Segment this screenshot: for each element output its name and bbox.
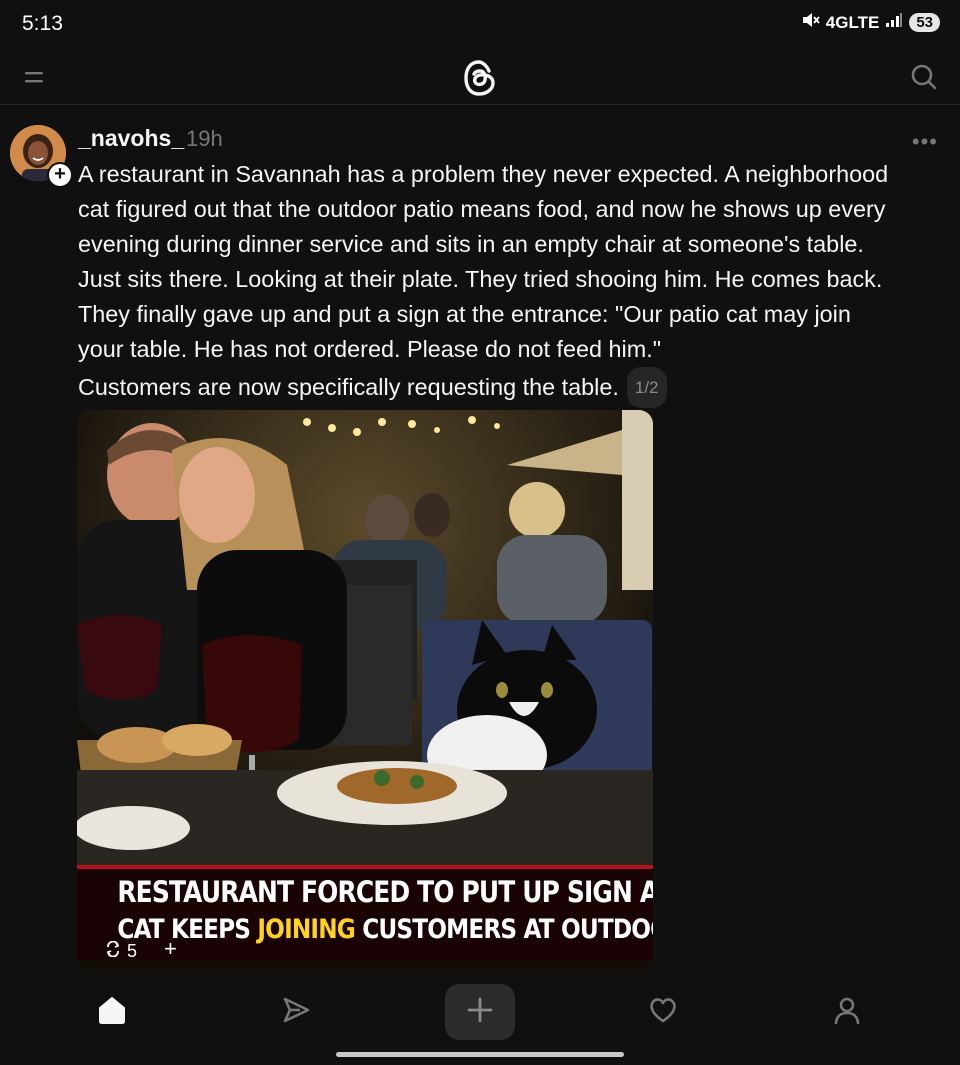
repost-icon <box>105 940 121 962</box>
more-horizontal-icon[interactable]: ••• <box>912 129 938 155</box>
gesture-bar[interactable] <box>336 1052 624 1057</box>
status-bar: 5:13 4GLTE 53 <box>0 0 960 50</box>
headline-suffix: CUSTOMERS AT OUTDOOR TABLES <box>362 914 653 945</box>
follow-plus-icon[interactable]: + <box>47 162 73 188</box>
signal-icon <box>885 12 903 33</box>
nav-home[interactable] <box>77 984 147 1040</box>
nav-activity[interactable] <box>628 984 698 1040</box>
status-time: 5:13 <box>22 12 63 35</box>
post-text-line: They finally gave up and put a sign at t… <box>78 301 851 327</box>
profile-icon <box>831 994 863 1031</box>
post-text-line: cat figured out that the outdoor patio m… <box>78 196 886 222</box>
post-text-line: evening during dinner service and sits i… <box>78 231 864 257</box>
post-text-line: Customers are now specifically requestin… <box>78 367 948 408</box>
username[interactable]: _navohs_ <box>78 125 184 152</box>
home-icon <box>96 994 128 1031</box>
repost-count-value: 5 <box>127 941 138 961</box>
post-text-line: A restaurant in Savannah has a problem t… <box>78 161 889 187</box>
timestamp: 19h <box>186 126 223 151</box>
nav-profile[interactable] <box>812 984 882 1040</box>
headline-line-2: CAT KEEPS JOINING CUSTOMERS AT OUTDOOR T… <box>117 914 653 945</box>
menu-icon[interactable] <box>25 70 45 89</box>
bottom-navigation <box>0 978 960 1046</box>
send-icon <box>280 994 312 1031</box>
heart-icon <box>647 994 679 1031</box>
post-text-line: Just sits there. Looking at their plate.… <box>78 266 883 292</box>
page-indicator: 1/2 <box>626 367 667 408</box>
add-icon[interactable]: + <box>164 936 177 962</box>
threads-logo[interactable] <box>462 58 498 103</box>
battery-indicator: 53 <box>909 13 940 32</box>
status-indicators: 4GLTE 53 <box>802 12 940 33</box>
mute-icon <box>802 12 820 33</box>
avatar-container[interactable]: + <box>10 125 73 188</box>
network-label: 4GLTE <box>825 12 880 32</box>
post-text: A restaurant in Savannah has a problem t… <box>78 157 948 408</box>
app-header <box>0 50 960 105</box>
headline-highlight: JOINING <box>257 914 355 945</box>
nav-send[interactable] <box>261 984 331 1040</box>
post-text-line: your table. He has not ordered. Please d… <box>78 336 662 362</box>
repost-button[interactable]: 5 <box>105 940 138 962</box>
search-icon[interactable] <box>910 63 938 96</box>
post-image[interactable]: RESTAURANT FORCED TO PUT UP SIGN AFTER C… <box>77 410 653 973</box>
nav-create[interactable] <box>445 984 515 1040</box>
headline-prefix: CAT KEEPS <box>117 914 258 945</box>
post-text-last: Customers are now specifically requestin… <box>78 374 619 400</box>
headline-line-1: RESTAURANT FORCED TO PUT UP SIGN AFTER <box>117 875 653 909</box>
create-icon <box>466 996 494 1029</box>
